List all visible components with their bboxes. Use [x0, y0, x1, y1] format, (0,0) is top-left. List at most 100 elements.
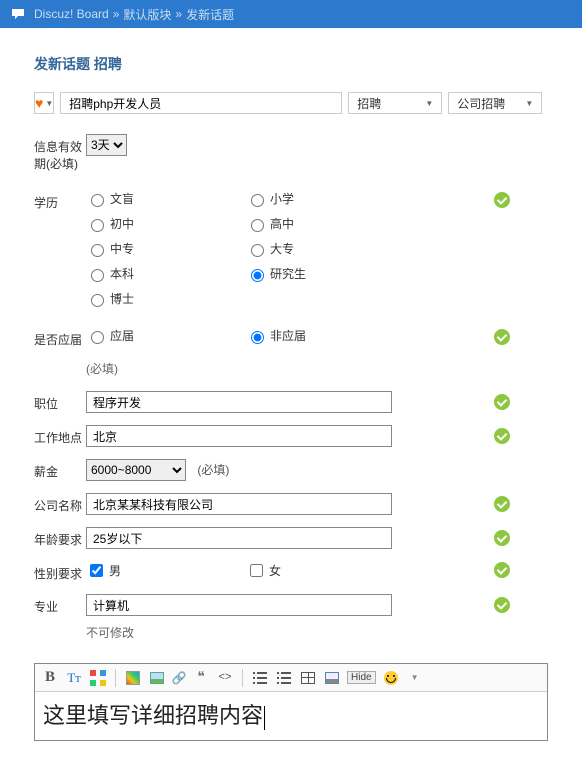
thread-title-input[interactable]	[60, 92, 342, 114]
fresh-radio[interactable]	[251, 331, 264, 344]
quote-button[interactable]: ❝	[192, 669, 210, 687]
education-option-label: 研究生	[270, 265, 306, 282]
more-dropdown[interactable]: ▼	[406, 669, 424, 687]
fresh-note: (必填)	[86, 360, 548, 377]
education-option[interactable]: 博士	[86, 290, 246, 307]
text-color-button[interactable]: Tт	[65, 669, 83, 687]
breadcrumb-bar: Discuz! Board » 默认版块 » 发新话题	[0, 0, 582, 28]
education-radio[interactable]	[91, 269, 104, 282]
company-type-select-value: 公司招聘	[457, 95, 505, 112]
fresh-option-label: 非应届	[270, 327, 306, 344]
expiry-select[interactable]: 3天	[86, 134, 127, 156]
gender-male-label: 男	[109, 562, 121, 579]
major-note: 不可修改	[86, 624, 548, 641]
image-button[interactable]	[148, 669, 166, 687]
gender-female[interactable]: 女	[246, 561, 406, 580]
company-input[interactable]	[86, 493, 392, 515]
unordered-list-button[interactable]	[251, 669, 269, 687]
chevron-down-icon: ▼	[525, 99, 533, 108]
editor-content[interactable]: 这里填写详细招聘内容	[35, 692, 547, 740]
check-icon	[494, 562, 510, 578]
education-option[interactable]: 大专	[246, 240, 406, 257]
education-option[interactable]: 文盲	[86, 190, 246, 207]
breadcrumb-sep: »	[113, 7, 120, 21]
bold-button[interactable]: B	[41, 669, 59, 687]
salary-label: 薪金	[34, 459, 86, 480]
position-input[interactable]	[86, 391, 392, 413]
code-button[interactable]: <>	[216, 669, 234, 687]
education-option[interactable]: 小学	[246, 190, 406, 207]
editor-text: 这里填写详细招聘内容	[43, 703, 263, 728]
media-button[interactable]	[323, 669, 341, 687]
education-option-label: 中专	[110, 240, 134, 257]
breadcrumb-sep: »	[175, 7, 182, 21]
education-option[interactable]: 研究生	[246, 265, 406, 282]
education-option[interactable]: 中专	[86, 240, 246, 257]
chevron-down-icon: ▼	[45, 99, 53, 108]
fresh-option[interactable]: 非应届	[246, 327, 406, 344]
education-radio[interactable]	[251, 269, 264, 282]
major-input[interactable]	[86, 594, 392, 616]
breadcrumb-forum[interactable]: 默认版块	[123, 6, 171, 23]
gender-female-checkbox[interactable]	[250, 564, 263, 577]
ordered-list-button[interactable]	[275, 669, 293, 687]
breadcrumb-page[interactable]: 发新话题	[186, 6, 234, 23]
education-radio[interactable]	[251, 244, 264, 257]
fresh-option-label: 应届	[110, 327, 134, 344]
education-radio[interactable]	[251, 219, 264, 232]
salary-select[interactable]: 6000~8000	[86, 459, 186, 481]
education-option[interactable]: 高中	[246, 215, 406, 232]
expiry-label: 信息有效期(必填)	[34, 134, 86, 172]
education-option-label: 初中	[110, 215, 134, 232]
table-button[interactable]	[299, 669, 317, 687]
link-button[interactable]: 🔗	[172, 669, 186, 687]
location-input[interactable]	[86, 425, 392, 447]
type-select[interactable]: 招聘 ▼	[348, 92, 442, 114]
major-label: 专业	[34, 594, 86, 615]
education-radio[interactable]	[91, 219, 104, 232]
hide-button[interactable]: Hide	[347, 671, 376, 684]
age-input[interactable]	[86, 527, 392, 549]
chat-icon	[10, 6, 26, 22]
check-icon	[494, 192, 510, 208]
education-option[interactable]: 本科	[86, 265, 246, 282]
emoji-button[interactable]	[382, 669, 400, 687]
toolbar-divider	[242, 669, 243, 687]
education-option-label: 高中	[270, 215, 294, 232]
education-radio[interactable]	[91, 244, 104, 257]
salary-note: (必填)	[197, 463, 229, 477]
fresh-option[interactable]: 应届	[86, 327, 246, 344]
fresh-label: 是否应届	[34, 327, 86, 348]
education-radio[interactable]	[91, 294, 104, 307]
education-option-label: 本科	[110, 265, 134, 282]
education-label: 学历	[34, 190, 86, 211]
education-option-label: 小学	[270, 190, 294, 207]
paint-button[interactable]	[124, 669, 142, 687]
tag-button[interactable]: ♥ ▼	[34, 92, 54, 114]
gender-male-checkbox[interactable]	[90, 564, 103, 577]
education-radio[interactable]	[251, 194, 264, 207]
check-icon	[494, 597, 510, 613]
company-type-select[interactable]: 公司招聘 ▼	[448, 92, 542, 114]
education-option-label: 文盲	[110, 190, 134, 207]
education-option[interactable]: 初中	[86, 215, 246, 232]
education-radio[interactable]	[91, 194, 104, 207]
position-label: 职位	[34, 391, 86, 412]
type-select-value: 招聘	[357, 95, 381, 112]
company-label: 公司名称	[34, 493, 86, 514]
gender-label: 性别要求	[34, 561, 86, 582]
page-heading: 发新话题 招聘	[34, 54, 548, 74]
palette-button[interactable]	[89, 669, 107, 687]
breadcrumb-board[interactable]: Discuz! Board	[34, 7, 109, 21]
education-option-label: 大专	[270, 240, 294, 257]
toolbar-divider	[115, 669, 116, 687]
editor-toolbar: B Tт 🔗 ❝ <> Hide ▼	[35, 664, 547, 692]
check-icon	[494, 496, 510, 512]
location-label: 工作地点	[34, 425, 86, 446]
text-caret	[264, 706, 265, 730]
fresh-radio[interactable]	[91, 331, 104, 344]
education-option-label: 博士	[110, 290, 134, 307]
gender-male[interactable]: 男	[86, 561, 246, 580]
heart-icon: ♥	[35, 95, 43, 111]
gender-female-label: 女	[269, 562, 281, 579]
